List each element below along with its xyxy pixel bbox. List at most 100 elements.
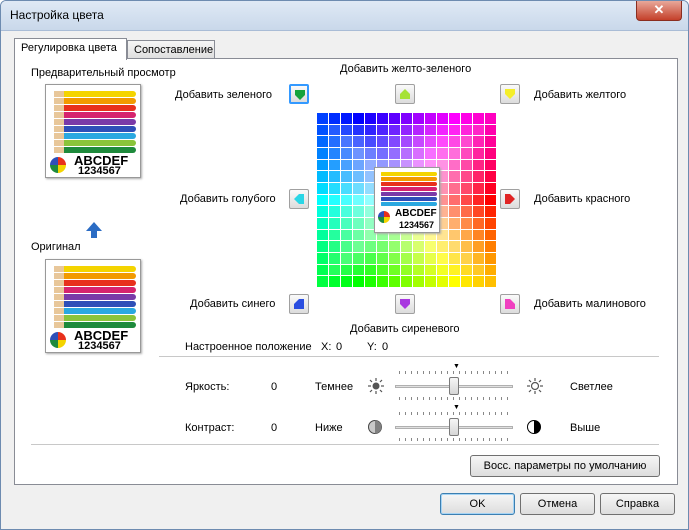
color-grid-cell[interactable] [329, 136, 340, 147]
color-grid-cell[interactable] [317, 113, 328, 124]
color-grid-cell[interactable] [317, 159, 328, 171]
color-grid-cell[interactable] [329, 264, 340, 276]
color-grid-cell[interactable] [473, 136, 484, 147]
color-grid-cell[interactable] [425, 241, 436, 252]
tab-matching[interactable]: Сопоставление [127, 40, 215, 60]
color-grid-cell[interactable] [317, 194, 328, 206]
color-grid-cell[interactable] [329, 194, 340, 206]
color-grid-cell[interactable] [485, 171, 496, 182]
color-grid-cell[interactable] [485, 159, 496, 171]
color-grid-cell[interactable] [449, 124, 460, 136]
add-green-button[interactable] [289, 84, 309, 104]
color-grid-cell[interactable] [377, 241, 388, 252]
color-grid-cell[interactable] [485, 113, 496, 124]
restore-defaults-button[interactable]: Восс. параметры по умолчанию [470, 455, 660, 477]
color-grid-cell[interactable] [485, 124, 496, 136]
color-grid-cell[interactable] [329, 113, 340, 124]
brightness-slider-handle[interactable] [449, 377, 459, 395]
color-grid-cell[interactable] [473, 253, 484, 264]
color-grid-cell[interactable] [461, 136, 472, 147]
help-button[interactable]: Справка [600, 493, 675, 515]
color-grid-cell[interactable] [461, 229, 472, 241]
color-grid-cell[interactable] [449, 194, 460, 206]
color-grid-cell[interactable] [461, 124, 472, 136]
color-grid-cell[interactable] [329, 148, 340, 159]
color-grid-cell[interactable] [461, 159, 472, 171]
color-grid-cell[interactable] [389, 264, 400, 276]
color-grid-cell[interactable] [341, 148, 352, 159]
color-grid-cell[interactable] [353, 241, 364, 252]
color-grid-cell[interactable] [437, 148, 448, 159]
color-grid-cell[interactable] [437, 136, 448, 147]
color-grid-cell[interactable] [413, 264, 424, 276]
color-grid-cell[interactable] [353, 171, 364, 182]
color-grid-cell[interactable] [317, 253, 328, 264]
color-grid-cell[interactable] [353, 229, 364, 241]
color-grid-cell[interactable] [389, 253, 400, 264]
color-grid-cell[interactable] [425, 148, 436, 159]
color-grid-cell[interactable] [473, 264, 484, 276]
color-grid-cell[interactable] [353, 253, 364, 264]
color-grid-cell[interactable] [365, 264, 376, 276]
color-grid-cell[interactable] [401, 113, 412, 124]
add-red-button[interactable] [500, 189, 520, 209]
color-grid-cell[interactable] [401, 241, 412, 252]
color-grid-cell[interactable] [485, 218, 496, 229]
color-grid-cell[interactable] [437, 264, 448, 276]
color-grid-cell[interactable] [401, 264, 412, 276]
color-grid-cell[interactable] [485, 241, 496, 252]
color-grid-cell[interactable] [473, 194, 484, 206]
add-yellow-green-button[interactable] [395, 84, 415, 104]
color-grid-cell[interactable] [485, 264, 496, 276]
color-grid-cell[interactable] [401, 148, 412, 159]
color-grid-cell[interactable] [413, 124, 424, 136]
color-grid-cell[interactable] [473, 124, 484, 136]
color-grid-cell[interactable] [353, 264, 364, 276]
color-grid-cell[interactable] [341, 229, 352, 241]
color-grid-cell[interactable] [341, 124, 352, 136]
color-grid-cell[interactable] [353, 276, 364, 287]
cancel-button[interactable]: Отмена [520, 493, 595, 515]
color-grid-cell[interactable] [365, 276, 376, 287]
color-grid-cell[interactable] [473, 171, 484, 182]
color-grid-cell[interactable] [341, 241, 352, 252]
color-grid-cell[interactable] [341, 276, 352, 287]
color-grid-cell[interactable] [461, 206, 472, 217]
color-grid-cell[interactable] [365, 113, 376, 124]
color-grid-cell[interactable] [329, 124, 340, 136]
color-grid-cell[interactable] [365, 136, 376, 147]
color-grid-cell[interactable] [329, 218, 340, 229]
color-grid-cell[interactable] [329, 171, 340, 182]
color-grid-cell[interactable] [329, 183, 340, 194]
color-grid-cell[interactable] [413, 136, 424, 147]
color-grid-cell[interactable] [485, 253, 496, 264]
color-grid-cell[interactable] [413, 241, 424, 252]
color-grid-cell[interactable] [449, 206, 460, 217]
color-grid-cell[interactable] [473, 206, 484, 217]
color-grid-cell[interactable] [317, 276, 328, 287]
color-grid-cell[interactable] [353, 183, 364, 194]
color-grid-cell[interactable] [461, 218, 472, 229]
color-grid-cell[interactable] [317, 229, 328, 241]
color-grid-cell[interactable] [317, 264, 328, 276]
color-grid-cell[interactable] [449, 276, 460, 287]
close-button[interactable]: ✕ [636, 1, 682, 21]
color-grid-cell[interactable] [473, 229, 484, 241]
color-grid-cell[interactable] [461, 183, 472, 194]
color-grid-cell[interactable] [413, 148, 424, 159]
color-grid-cell[interactable] [485, 194, 496, 206]
color-grid-cell[interactable] [437, 253, 448, 264]
color-grid-cell[interactable] [461, 171, 472, 182]
color-grid-cell[interactable] [473, 113, 484, 124]
color-grid-cell[interactable] [473, 148, 484, 159]
color-grid-cell[interactable] [341, 136, 352, 147]
color-grid-cell[interactable] [449, 229, 460, 241]
color-grid-cell[interactable] [461, 148, 472, 159]
color-grid-cell[interactable] [377, 136, 388, 147]
color-grid-cell[interactable] [341, 264, 352, 276]
color-grid-cell[interactable] [485, 206, 496, 217]
color-grid-cell[interactable] [413, 253, 424, 264]
color-grid-cell[interactable] [425, 113, 436, 124]
color-grid-cell[interactable] [365, 241, 376, 252]
color-grid-cell[interactable] [461, 241, 472, 252]
